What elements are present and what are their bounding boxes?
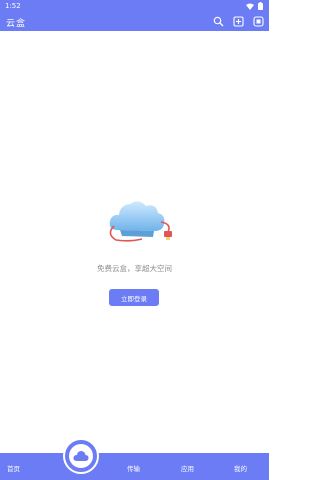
header-actions <box>212 15 264 27</box>
bottom-tab-bar: 首页 传输 应用 我的 <box>0 453 269 480</box>
page-title: 云盒 <box>6 19 27 29</box>
battery-icon <box>258 2 263 12</box>
app-header: 云盒 <box>0 13 269 31</box>
promo-text: 免费云盒，享超大空间 <box>97 264 172 273</box>
tab-transfer[interactable]: 传输 <box>127 463 140 473</box>
tab-apps[interactable]: 应用 <box>181 463 194 473</box>
cloud-icon <box>73 447 89 466</box>
upload-icon[interactable] <box>232 15 244 27</box>
tab-home[interactable]: 首页 <box>7 463 20 473</box>
tab-cloud[interactable] <box>63 438 99 474</box>
cloud-icon-bg <box>69 444 93 468</box>
search-icon[interactable] <box>212 15 224 27</box>
tab-mine[interactable]: 我的 <box>234 463 247 473</box>
status-time: 1:52 <box>5 2 21 10</box>
wifi-icon <box>246 3 254 12</box>
status-icons <box>246 2 263 12</box>
scan-icon[interactable] <box>252 15 264 27</box>
status-bar: 1:52 <box>0 0 269 13</box>
login-button[interactable]: 立即登录 <box>109 289 159 306</box>
cloud-cable-illustration <box>106 196 176 244</box>
